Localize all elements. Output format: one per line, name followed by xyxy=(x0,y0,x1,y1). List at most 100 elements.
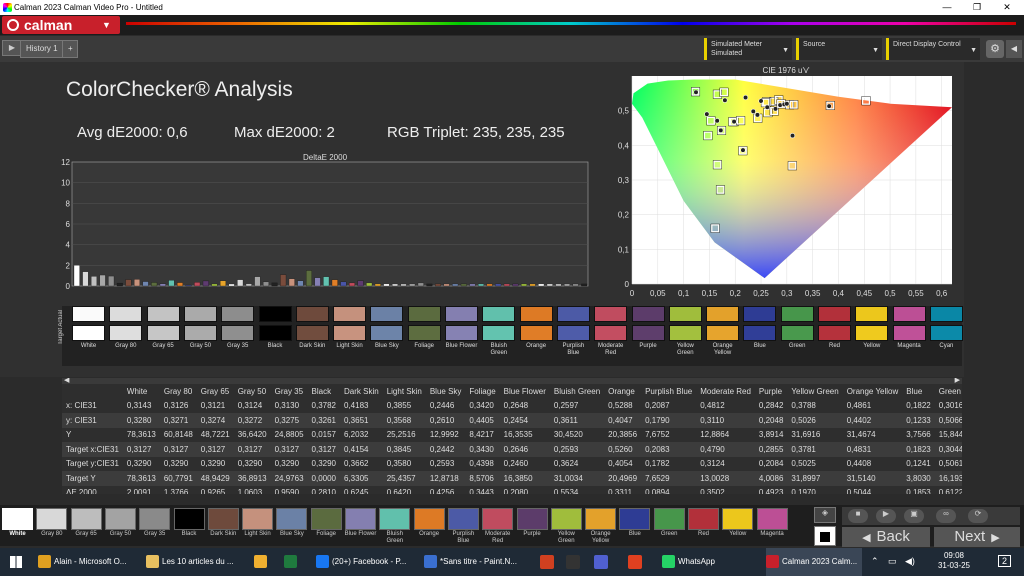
table-scrollbar[interactable]: ◀ ▶ xyxy=(62,378,962,384)
nav-swatch-button[interactable] xyxy=(447,508,479,530)
swatch[interactable]: Green xyxy=(780,306,814,350)
swatch[interactable]: Light Skin xyxy=(333,306,367,350)
nav-swatch-button[interactable] xyxy=(310,508,342,530)
close-button[interactable]: ✕ xyxy=(992,0,1022,15)
swatch[interactable]: Moderate Red xyxy=(594,306,628,357)
nav-swatch-button[interactable] xyxy=(413,508,445,530)
swatch[interactable]: Magenta xyxy=(892,306,926,350)
nav-swatch-button[interactable] xyxy=(482,508,514,530)
table-cell: 0,3502 xyxy=(700,488,725,494)
meter-label: Simulated Meter xyxy=(711,41,762,48)
cie-chromaticity-chart: CIE 1976 u'v' 0 0,05 0,1 0,15 0,2 0,25 0,3 0,35… xyxy=(618,66,952,298)
save-icon[interactable]: ▣ xyxy=(904,509,924,523)
nav-swatch-button[interactable] xyxy=(756,508,788,530)
settings-gear-icon[interactable]: ⚙ xyxy=(986,40,1004,58)
nav-swatch-label: Yellow xyxy=(729,531,747,537)
next-button[interactable]: Next ▶ xyxy=(934,527,1020,547)
play-icon[interactable]: ▶ xyxy=(876,509,896,523)
nav-swatch-button[interactable] xyxy=(36,508,68,530)
nav-swatch-button[interactable] xyxy=(688,508,719,530)
swatch[interactable]: Bluish Green xyxy=(482,306,516,357)
navigator-icon[interactable]: ◈ xyxy=(814,507,836,523)
filezilla-icon[interactable] xyxy=(628,555,642,569)
file-icon[interactable] xyxy=(594,555,608,569)
repeat-icon[interactable]: ⟳ xyxy=(968,509,988,523)
nav-swatch-button[interactable] xyxy=(585,508,617,530)
notification-count: 2 xyxy=(1002,556,1008,566)
delta-e-bar xyxy=(555,283,562,287)
nav-swatch-button[interactable] xyxy=(104,508,136,530)
stop-button[interactable] xyxy=(814,526,836,546)
taskbar-app[interactable]: Alain - Microsoft O... xyxy=(38,548,138,576)
nav-swatch-button[interactable] xyxy=(276,508,308,530)
delta-e-bar-chart: DeltaE 2000 12 10 8 6 4 2 0 xyxy=(61,153,589,290)
swatch[interactable]: Purplish Blue xyxy=(556,306,590,357)
swatch[interactable]: Gray 80 xyxy=(109,306,143,350)
meter-selector[interactable]: Simulated Meter Simulated ▼ xyxy=(704,38,792,60)
taskbar-app[interactable] xyxy=(254,548,278,576)
nav-swatch-button[interactable] xyxy=(207,508,239,530)
taskbar-app[interactable] xyxy=(284,548,308,576)
tray-chevron-icon[interactable]: ⌃ xyxy=(871,556,879,567)
taskbar-app[interactable]: WhatsApp xyxy=(662,548,750,576)
swatch[interactable]: Cyan xyxy=(929,306,963,350)
swatch[interactable]: Black xyxy=(258,306,292,350)
calman-menu-button[interactable]: calman ▼ xyxy=(2,16,120,34)
minimize-button[interactable]: — xyxy=(932,0,962,15)
taskbar-app[interactable]: Les 10 articles du ... xyxy=(146,548,250,576)
swatch[interactable]: Yellow xyxy=(855,306,889,350)
scroll-left-icon[interactable]: ◀ xyxy=(64,378,69,384)
scroll-right-icon[interactable]: ▶ xyxy=(955,378,960,384)
swatch[interactable]: Yellow Green xyxy=(668,306,702,357)
nav-swatch-button[interactable] xyxy=(173,508,205,530)
swatch[interactable]: Foliage xyxy=(407,306,441,350)
link-icon[interactable]: ∞ xyxy=(936,509,956,523)
source-selector[interactable]: Source ▼ xyxy=(796,38,882,60)
swatch[interactable]: Blue Sky xyxy=(370,306,404,350)
swatch[interactable]: Orange Yellow xyxy=(706,306,740,357)
network-icon[interactable]: ▭ xyxy=(888,556,897,567)
swatch[interactable]: Purple xyxy=(631,306,665,350)
nav-swatch-button[interactable] xyxy=(722,508,754,530)
swatch[interactable]: Red xyxy=(818,306,851,350)
tab-history-1[interactable]: History 1 xyxy=(20,40,64,58)
swatch[interactable]: Gray 65 xyxy=(146,306,180,350)
paint-icon[interactable] xyxy=(540,555,554,569)
swatch[interactable]: White xyxy=(72,306,105,350)
nav-swatch-button[interactable] xyxy=(2,508,33,530)
notification-icon[interactable]: 2 xyxy=(998,555,1012,567)
taskbar-app[interactable]: (20+) Facebook - P... xyxy=(316,548,416,576)
taskbar-app[interactable]: *Sans titre - Paint.N... xyxy=(424,548,520,576)
nav-swatch-button[interactable] xyxy=(139,508,171,530)
bar-y-tick: 2 xyxy=(66,261,71,270)
swatch[interactable]: Blue Flower xyxy=(445,306,478,350)
swatch[interactable]: Orange xyxy=(519,306,553,350)
windows-start-icon[interactable] xyxy=(10,556,22,568)
taskbar-app[interactable]: Calman 2023 Calm... xyxy=(766,548,862,576)
swatch[interactable]: Dark Skin xyxy=(295,306,329,350)
volume-icon[interactable]: ◀) xyxy=(905,556,915,567)
nav-swatch-button[interactable] xyxy=(345,508,376,530)
nav-swatch-button[interactable] xyxy=(550,508,582,530)
nav-swatch-button[interactable] xyxy=(379,508,411,530)
swatch[interactable]: Gray 35 xyxy=(221,306,255,350)
table-cell: 20,4969 xyxy=(604,471,642,486)
taskbar-app-label: (20+) Facebook - P... xyxy=(332,557,407,566)
terminal-icon[interactable] xyxy=(566,555,580,569)
swatch[interactable]: Gray 50 xyxy=(183,306,217,350)
add-tab-button[interactable]: + xyxy=(62,40,78,58)
nav-left-button[interactable]: ▶ xyxy=(2,40,22,56)
back-button[interactable]: ◀ Back xyxy=(842,527,930,547)
swatch[interactable]: Blue xyxy=(743,306,777,350)
stop-icon[interactable]: ■ xyxy=(848,509,868,523)
nav-swatch-button[interactable] xyxy=(70,508,102,530)
maximize-button[interactable]: ❐ xyxy=(962,0,992,15)
nav-swatch-button[interactable] xyxy=(619,508,651,530)
clock[interactable]: 09:08 31-03-25 xyxy=(932,551,976,571)
display-control-selector[interactable]: Direct Display Control ▼ xyxy=(886,38,980,60)
nav-swatch-button[interactable] xyxy=(242,508,274,530)
nav-swatch-button[interactable] xyxy=(516,508,548,530)
nav-swatch-button[interactable] xyxy=(653,508,685,530)
collapse-button[interactable]: ◀ xyxy=(1006,40,1022,58)
table-cell: 0,2460 xyxy=(503,459,529,469)
